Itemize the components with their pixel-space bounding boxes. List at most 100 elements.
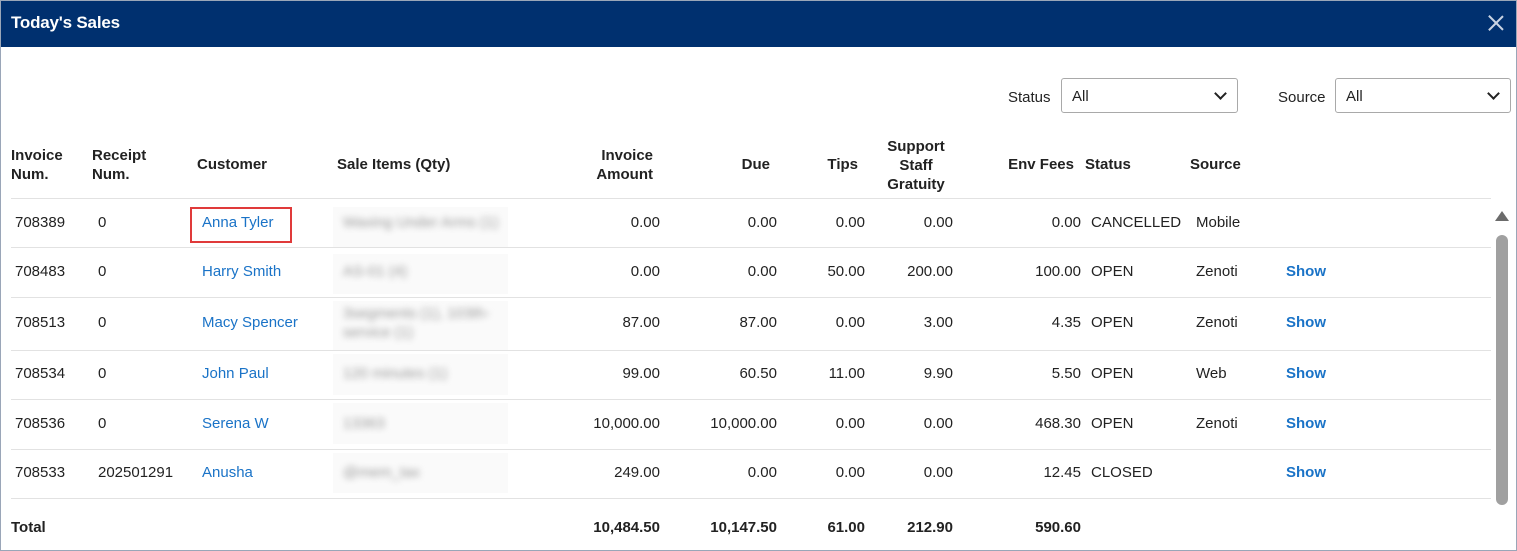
env-fees-cell: 100.00 <box>1035 263 1081 280</box>
tips-cell: 0.00 <box>835 214 865 231</box>
gratuity-cell: 3.00 <box>923 314 953 331</box>
row-divider <box>11 350 1491 351</box>
row-divider <box>11 399 1491 400</box>
invoice-num-cell: 708513 <box>15 314 66 331</box>
status-cell: OPEN <box>1091 365 1134 382</box>
show-button[interactable]: Show <box>1286 464 1326 481</box>
sale-items-cell: 120 minutes (1) <box>343 365 448 382</box>
invoice-amount-cell: 0.00 <box>630 263 660 280</box>
header-sale-items[interactable]: Sale Items (Qty) <box>337 155 450 174</box>
header-receipt-num[interactable]: Receipt Num. <box>92 146 146 184</box>
invoice-amount-cell: 10,000.00 <box>593 415 660 432</box>
invoice-amount-cell: 249.00 <box>614 464 660 481</box>
env-fees-cell: 468.30 <box>1035 415 1081 432</box>
sale-items-cell: 13363 <box>343 415 385 432</box>
receipt-num-cell: 0 <box>98 415 107 432</box>
header-gratuity[interactable]: Support Staff Gratuity <box>876 137 956 194</box>
invoice-amount-cell: 87.00 <box>622 314 660 331</box>
due-cell: 60.50 <box>739 365 777 382</box>
source-cell: Zenoti <box>1196 415 1238 432</box>
source-cell: Zenoti <box>1196 314 1238 331</box>
receipt-num-cell: 0 <box>98 314 107 331</box>
header-customer[interactable]: Customer <box>197 155 267 174</box>
receipt-num-cell: 0 <box>98 263 107 280</box>
status-cell: OPEN <box>1091 314 1134 331</box>
env-fees-cell: 0.00 <box>1051 214 1081 231</box>
tips-cell: 50.00 <box>827 263 865 280</box>
row-divider <box>11 247 1491 248</box>
receipt-num-cell: 202501291 <box>98 464 174 481</box>
sale-items-cell: @mem_tax <box>343 464 420 481</box>
invoice-num-cell: 708534 <box>15 365 66 382</box>
invoice-amount-cell: 99.00 <box>622 365 660 382</box>
header-status[interactable]: Status <box>1085 155 1131 174</box>
gratuity-cell: 0.00 <box>923 214 953 231</box>
invoice-num-cell: 708536 <box>15 415 66 432</box>
due-cell: 0.00 <box>747 214 777 231</box>
header-invoice-num[interactable]: Invoice Num. <box>11 146 63 184</box>
env-fees-cell: 12.45 <box>1043 464 1081 481</box>
customer-link[interactable]: Harry Smith <box>202 263 281 280</box>
show-button[interactable]: Show <box>1286 314 1326 331</box>
source-filter-select[interactable]: All <box>1335 78 1511 113</box>
gratuity-cell: 9.90 <box>923 365 953 382</box>
customer-link[interactable]: Anusha <box>202 464 253 481</box>
customer-link[interactable]: Macy Spencer <box>202 314 298 331</box>
total-label: Total <box>11 519 46 536</box>
source-filter-label: Source <box>1278 89 1326 106</box>
due-cell: 87.00 <box>739 314 777 331</box>
source-cell: Web <box>1196 365 1227 382</box>
scrollbar-thumb[interactable] <box>1496 235 1508 505</box>
close-icon[interactable] <box>1486 13 1506 33</box>
receipt-num-cell: 0 <box>98 365 107 382</box>
total-invoice-amount: 10,484.50 <box>593 519 660 536</box>
row-divider <box>11 449 1491 450</box>
header-due[interactable]: Due <box>701 155 770 174</box>
invoice-num-cell: 708483 <box>15 263 66 280</box>
source-filter-value: All <box>1346 88 1363 105</box>
due-cell: 10,000.00 <box>710 415 777 432</box>
header-divider <box>11 198 1491 199</box>
due-cell: 0.00 <box>747 464 777 481</box>
gratuity-cell: 0.00 <box>923 464 953 481</box>
show-button[interactable]: Show <box>1286 263 1326 280</box>
dialog-titlebar: Today's Sales <box>1 1 1516 47</box>
chevron-down-icon <box>1487 87 1500 100</box>
sale-items-cell-line2: service (1) <box>343 324 414 341</box>
customer-highlight-box <box>190 207 292 243</box>
status-filter-select[interactable]: All <box>1061 78 1238 113</box>
invoice-amount-cell: 0.00 <box>630 214 660 231</box>
header-invoice-amount[interactable]: Invoice Amount <box>561 146 653 184</box>
sale-items-cell: AS-01 (4) <box>343 263 408 280</box>
sale-items-cell: 3segments (1), 103th- <box>343 305 490 322</box>
todays-sales-dialog: Today's Sales Status All Source All Invo… <box>0 0 1517 551</box>
total-tips: 61.00 <box>827 519 865 536</box>
status-cell: CLOSED <box>1091 464 1153 481</box>
tips-cell: 0.00 <box>835 464 865 481</box>
total-gratuity: 212.90 <box>907 519 953 536</box>
scroll-up-icon[interactable] <box>1495 211 1509 221</box>
status-cell: OPEN <box>1091 263 1134 280</box>
due-cell: 0.00 <box>747 263 777 280</box>
gratuity-cell: 0.00 <box>923 415 953 432</box>
invoice-num-cell: 708389 <box>15 214 66 231</box>
invoice-num-cell: 708533 <box>15 464 66 481</box>
customer-link[interactable]: John Paul <box>202 365 269 382</box>
customer-link[interactable]: Serena W <box>202 415 269 432</box>
dialog-title: Today's Sales <box>11 13 120 32</box>
header-source[interactable]: Source <box>1190 155 1241 174</box>
status-filter-label: Status <box>1008 89 1051 106</box>
source-cell: Zenoti <box>1196 263 1238 280</box>
show-button[interactable]: Show <box>1286 365 1326 382</box>
status-cell: OPEN <box>1091 415 1134 432</box>
header-env-fees[interactable]: Env Fees <box>991 155 1074 174</box>
sale-items-cell: Waxing Under Arms (1) <box>343 214 499 231</box>
header-tips[interactable]: Tips <box>801 155 858 174</box>
row-divider <box>11 297 1491 298</box>
source-cell: Mobile <box>1196 214 1241 231</box>
env-fees-cell: 5.50 <box>1051 365 1081 382</box>
chevron-down-icon <box>1214 87 1227 100</box>
env-fees-cell: 4.35 <box>1051 314 1081 331</box>
show-button[interactable]: Show <box>1286 415 1326 432</box>
total-env-fees: 590.60 <box>1035 519 1081 536</box>
